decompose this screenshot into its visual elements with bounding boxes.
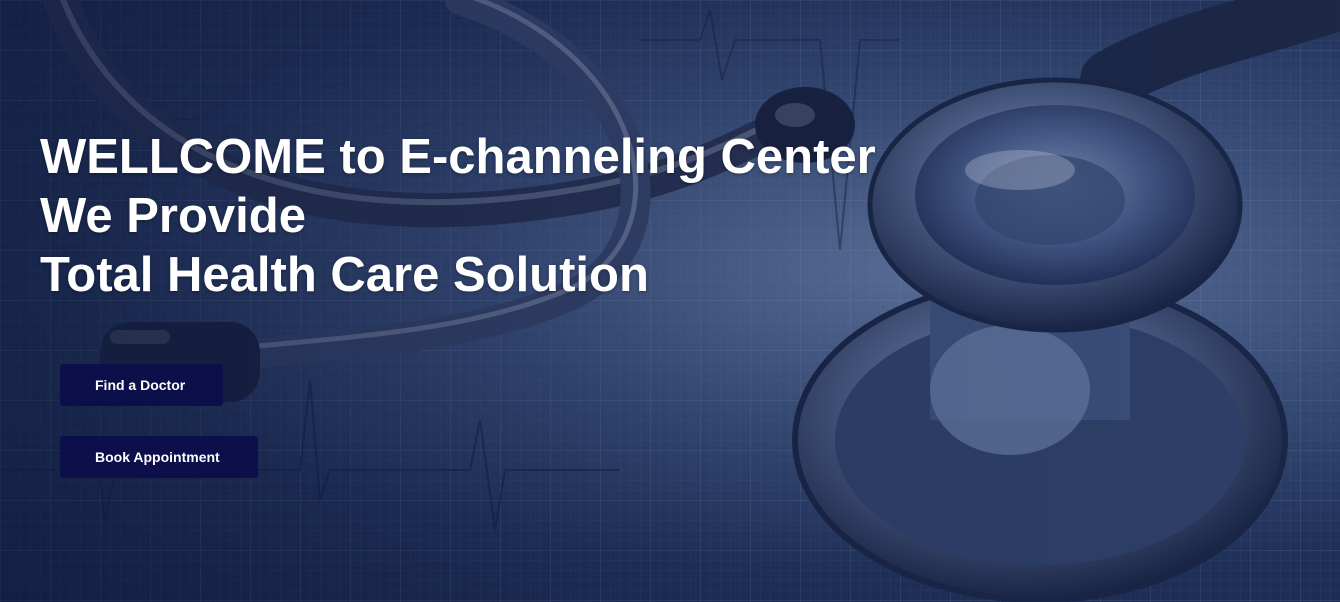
headline-line-we-provide: We Provide <box>40 189 306 243</box>
book-appointment-button[interactable]: Book Appointment <box>60 436 258 478</box>
headline-line-solution: Total Health Care Solution <box>40 248 649 302</box>
headline-line-welcome: WELLCOME to E-channeling Center <box>40 130 876 184</box>
find-doctor-button[interactable]: Find a Doctor <box>60 364 223 406</box>
hero-section: WELLCOME to E-channeling Center We Provi… <box>0 0 1340 602</box>
hero-headline: WELLCOME to E-channeling Center We Provi… <box>40 128 876 305</box>
